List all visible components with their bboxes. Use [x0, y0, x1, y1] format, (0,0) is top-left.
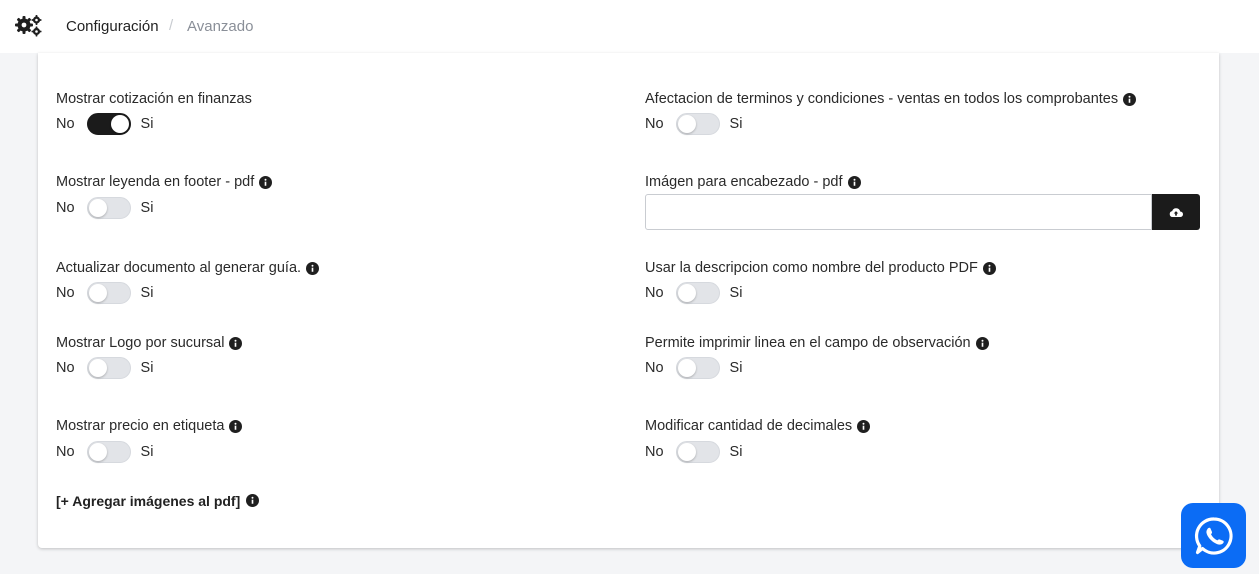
toggle-on-label: Si — [140, 360, 154, 376]
toggle-switch-imprimir-linea-observacion[interactable] — [675, 357, 720, 379]
toggle-on-label: Si — [729, 116, 743, 132]
toggle-row-actualizar-documento: No Si — [56, 281, 153, 305]
setting-label-precio-etiqueta: Mostrar precio en etiqueta — [56, 418, 243, 434]
setting-label-text: Mostrar Logo por sucursal — [56, 335, 225, 351]
setting-label-logo-sucursal: Mostrar Logo por sucursal — [56, 335, 243, 351]
info-circle-icon[interactable] — [1123, 92, 1137, 106]
toggle-on-label: Si — [729, 285, 743, 301]
setting-label-text: Actualizar documento al generar guía. — [56, 260, 302, 276]
header-image-file-input[interactable] — [645, 194, 1152, 230]
toggle-off-label: No — [56, 285, 75, 301]
toggle-knob — [88, 443, 107, 461]
whatsapp-icon — [1194, 516, 1233, 555]
toggle-on-label: Si — [729, 444, 743, 460]
toggle-knob — [88, 359, 107, 377]
setting-label-text: Modificar cantidad de decimales — [645, 418, 853, 434]
setting-label-text: Imágen para encabezado - pdf — [645, 174, 843, 190]
breadcrumb-separator: / — [169, 17, 174, 34]
toggle-switch-logo-sucursal[interactable] — [86, 357, 131, 379]
info-circle-icon[interactable] — [246, 494, 259, 507]
breadcrumb-link-avanzado[interactable]: Avanzado — [187, 18, 253, 35]
toggle-off-label: No — [645, 444, 664, 460]
setting-label-text: Usar la descripcion como nombre del prod… — [645, 260, 978, 276]
setting-label-mostrar-cotizacion: Mostrar cotización en finanzas — [56, 91, 252, 107]
setting-label-text: Mostrar precio en etiqueta — [56, 418, 225, 434]
toggle-switch-afectacion-terminos[interactable] — [675, 113, 720, 135]
toggle-on-label: Si — [140, 116, 154, 132]
toggle-row-cantidad-decimales: No Si — [645, 440, 742, 464]
add-pdf-images-link[interactable]: [+ Agregar imágenes al pdf] — [56, 493, 240, 509]
toggle-knob — [110, 115, 129, 133]
toggle-switch-precio-etiqueta[interactable] — [86, 441, 131, 463]
toggle-switch-descripcion-nombre-producto[interactable] — [675, 282, 720, 304]
top-bar: Configuración / Avanzado — [0, 0, 1259, 53]
setting-label-text: Permite imprimir linea en el campo de ob… — [645, 335, 971, 351]
toggle-knob — [88, 284, 107, 302]
toggle-on-label: Si — [140, 444, 154, 460]
toggle-off-label: No — [56, 116, 75, 132]
toggle-off-label: No — [645, 285, 664, 301]
setting-label-text: Afectacion de terminos y condiciones - v… — [645, 91, 1119, 107]
cloud-upload-icon — [1169, 207, 1183, 217]
breadcrumb-current: Configuración — [66, 18, 159, 35]
toggle-on-label: Si — [140, 285, 154, 301]
toggle-off-label: No — [56, 444, 75, 460]
toggle-row-imprimir-linea-observacion: No Si — [645, 356, 742, 380]
info-circle-icon[interactable] — [975, 336, 989, 350]
setting-label-text: Mostrar cotización en finanzas — [56, 91, 252, 107]
toggle-row-precio-etiqueta: No Si — [56, 440, 153, 464]
toggle-row-leyenda-footer: No Si — [56, 196, 153, 220]
toggle-switch-mostrar-cotizacion[interactable] — [86, 113, 131, 135]
setting-label-text: Mostrar leyenda en footer - pdf — [56, 174, 255, 190]
toggle-switch-actualizar-documento[interactable] — [86, 282, 131, 304]
toggle-row-descripcion-nombre-producto: No Si — [645, 281, 742, 305]
setting-label-imprimir-linea-observacion: Permite imprimir linea en el campo de ob… — [645, 335, 989, 351]
toggle-row-mostrar-cotizacion: No Si — [56, 112, 153, 136]
toggle-on-label: Si — [140, 200, 154, 216]
toggle-row-afectacion-terminos: No Si — [645, 112, 742, 136]
settings-card — [38, 53, 1219, 548]
setting-label-imagen-encabezado: Imágen para encabezado - pdf — [645, 174, 861, 190]
info-circle-icon[interactable] — [229, 336, 243, 350]
setting-label-leyenda-footer: Mostrar leyenda en footer - pdf — [56, 174, 273, 190]
upload-button[interactable] — [1152, 194, 1200, 230]
toggle-row-logo-sucursal: No Si — [56, 356, 153, 380]
toggle-switch-cantidad-decimales[interactable] — [675, 441, 720, 463]
gears-icon — [15, 15, 42, 37]
toggle-off-label: No — [56, 200, 75, 216]
info-circle-icon[interactable] — [982, 261, 996, 275]
toggle-knob — [677, 284, 696, 302]
toggle-on-label: Si — [729, 360, 743, 376]
setting-label-cantidad-decimales: Modificar cantidad de decimales — [645, 418, 871, 434]
setting-label-afectacion-terminos: Afectacion de terminos y condiciones - v… — [645, 91, 1137, 107]
toggle-knob — [677, 443, 696, 461]
info-circle-icon[interactable] — [259, 175, 273, 189]
toggle-knob — [88, 199, 107, 217]
info-circle-icon[interactable] — [306, 261, 320, 275]
info-circle-icon[interactable] — [857, 419, 871, 433]
info-circle-icon[interactable] — [847, 175, 861, 189]
toggle-knob — [677, 115, 696, 133]
toggle-off-label: No — [645, 360, 664, 376]
toggle-knob — [677, 359, 696, 377]
toggle-off-label: No — [645, 116, 664, 132]
toggle-switch-leyenda-footer[interactable] — [86, 197, 131, 219]
toggle-off-label: No — [56, 360, 75, 376]
info-circle-icon[interactable] — [229, 419, 243, 433]
whatsapp-chat-button[interactable] — [1181, 503, 1246, 568]
setting-label-actualizar-documento: Actualizar documento al generar guía. — [56, 260, 320, 276]
setting-label-descripcion-nombre-producto: Usar la descripcion como nombre del prod… — [645, 260, 996, 276]
